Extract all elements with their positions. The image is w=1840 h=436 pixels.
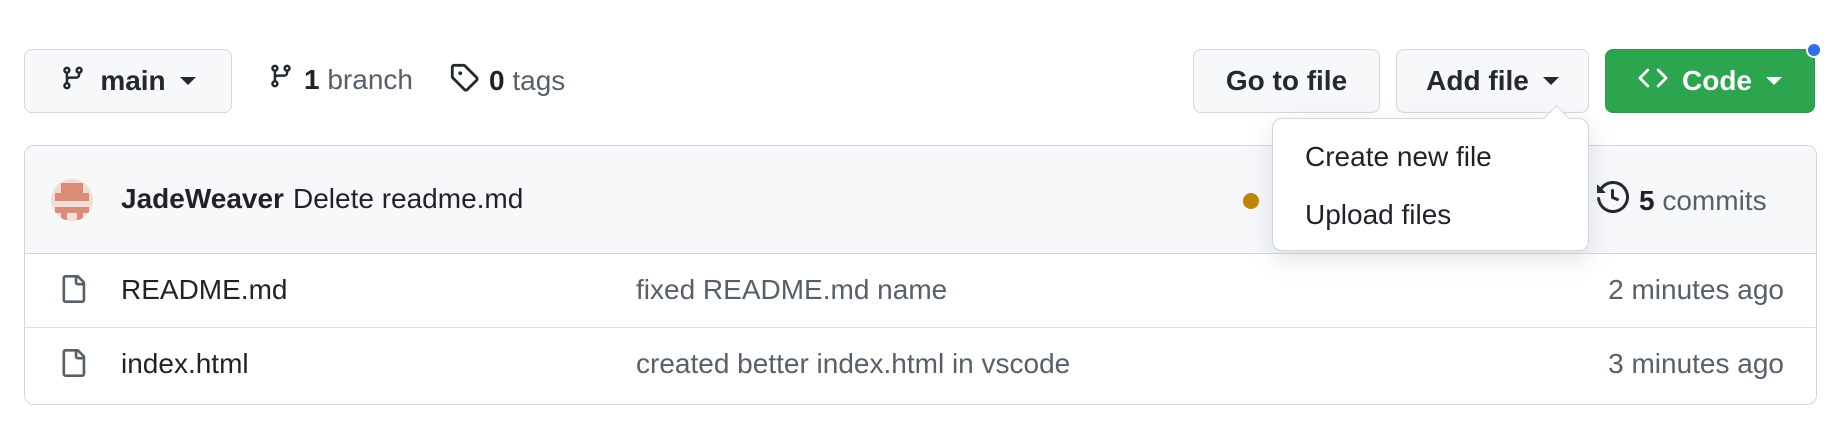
commits-count: 5 — [1639, 184, 1655, 216]
file-name-link[interactable]: index.html — [121, 348, 249, 380]
tags-link[interactable]: 0 tags — [449, 62, 565, 99]
branch-selector-button[interactable]: main — [24, 49, 232, 113]
git-branch-icon — [268, 62, 294, 97]
commits-link[interactable]: 5 commits — [1597, 180, 1767, 220]
code-label: Code — [1682, 65, 1752, 96]
branch-selector-label: main — [100, 65, 166, 96]
avatar[interactable] — [51, 179, 93, 221]
file-icon — [59, 346, 87, 385]
commit-author[interactable]: JadeWeaver — [121, 183, 284, 215]
tag-count: 0 — [489, 64, 505, 96]
add-file-button[interactable]: Add file — [1396, 49, 1589, 113]
add-file-dropdown-menu: Create new file Upload files — [1272, 118, 1589, 251]
file-name-link[interactable]: README.md — [121, 274, 287, 306]
commit-status-dot[interactable] — [1243, 193, 1259, 209]
go-to-file-label: Go to file — [1225, 65, 1348, 96]
commit-message[interactable]: Delete readme.md — [293, 183, 523, 215]
notification-dot — [1806, 42, 1822, 58]
commits-label: commits — [1662, 184, 1767, 216]
file-commit-message[interactable]: fixed README.md name — [636, 274, 947, 306]
file-commit-time: 3 minutes ago — [1608, 348, 1784, 379]
add-file-label: Add file — [1426, 65, 1529, 96]
git-branch-icon — [60, 64, 86, 99]
repo-file-browser: main 1 branch 0 tags Go to file Add file… — [0, 0, 1840, 436]
upload-files-menu-item[interactable]: Upload files — [1305, 199, 1451, 231]
code-icon — [1638, 63, 1668, 100]
branch-label: branch — [327, 63, 413, 95]
tag-icon — [449, 62, 479, 99]
tag-label: tags — [512, 64, 566, 96]
code-button[interactable]: Code — [1605, 49, 1815, 113]
go-to-file-button[interactable]: Go to file — [1193, 49, 1380, 113]
chevron-down-icon — [179, 77, 196, 85]
table-row: index.html created better index.html in … — [25, 328, 1816, 402]
file-icon — [59, 272, 87, 311]
history-icon — [1597, 180, 1630, 220]
table-row: README.md fixed README.md name 2 minutes… — [25, 254, 1816, 328]
chevron-down-icon — [1766, 77, 1782, 85]
file-commit-time: 2 minutes ago — [1608, 274, 1784, 305]
branch-count: 1 — [304, 63, 320, 95]
create-new-file-menu-item[interactable]: Create new file — [1305, 141, 1492, 173]
chevron-down-icon — [1542, 77, 1559, 85]
file-commit-message[interactable]: created better index.html in vscode — [636, 348, 1070, 380]
branches-link[interactable]: 1 branch — [268, 62, 413, 97]
